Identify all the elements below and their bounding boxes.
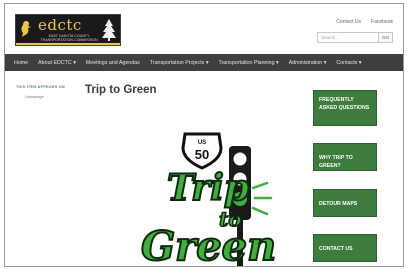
nav-item-about-label: About EDCTC [38,59,72,66]
nav-item-administration-label: Administration [288,59,323,66]
nav-item-planning[interactable]: Transportation Planning ▾ [218,60,278,66]
chevron-down-icon: ▾ [323,59,327,66]
nav-item-projects[interactable]: Transportation Projects ▾ [150,60,209,66]
contact-us-link[interactable]: Contact Us [336,19,361,25]
nav-item-about[interactable]: About EDCTC ▾ [38,60,76,66]
page-frame: edctc East Dakota County Transportation … [4,3,404,267]
logo-subtitle: East Dakota County Transportation Commis… [40,34,98,42]
us-50-shield-icon: US 50 [181,132,223,170]
nav-item-contacts[interactable]: Contacts ▾ [336,60,361,66]
site-logo[interactable]: edctc East Dakota County Transportation … [15,14,121,46]
nav-item-planning-label: Transportation Planning [218,59,275,66]
pine-tree-icon [102,19,116,41]
trip-to-green-artwork: US 50 Trip to Green [140,132,277,267]
trip-to-green-lettering: Trip to Green [140,166,277,267]
shield-us-text: US [198,140,206,146]
logo-stripe [16,43,120,45]
why-trip-to-green-button[interactable]: Why Trip to Green? [313,143,377,171]
nav-item-contacts-label: Contacts [336,59,358,66]
nav-item-home[interactable]: Home [14,60,28,66]
appears-on-label: THIS ITEM APPEARS ON [16,85,65,89]
nav-item-projects-label: Transportation Projects [149,59,205,66]
detour-maps-button[interactable]: Detour Maps [313,189,377,217]
search-button[interactable]: GO [379,32,393,43]
chevron-down-icon: ▾ [73,59,76,66]
facebook-link[interactable]: Facebook [371,19,393,25]
page-title: Trip to Green [85,84,157,96]
nav-item-meetings[interactable]: Meetings and Agendas [86,60,140,66]
nav-item-administration[interactable]: Administration ▾ [289,60,327,66]
top-links: Contact Us Facebook [336,19,393,25]
faq-button[interactable]: Frequently Asked Questions [313,90,377,126]
logo-brand-text: edctc [38,16,82,34]
homepage-link[interactable]: Homepage [25,95,44,99]
search-input[interactable]: Search... [317,32,379,43]
chevron-down-icon: ▾ [205,59,209,66]
contact-us-button[interactable]: Contact Us [313,234,377,262]
shield-number-text: 50 [195,147,209,162]
chevron-down-icon: ▾ [358,59,362,66]
chevron-down-icon: ▾ [276,59,279,66]
search-bar: Search... GO [317,32,393,43]
trip-word: Trip [167,167,249,209]
duck-logo-icon [21,21,31,37]
green-word: Green [141,223,276,267]
main-nav: Home About EDCTC ▾ Meetings and Agendas … [5,54,403,71]
